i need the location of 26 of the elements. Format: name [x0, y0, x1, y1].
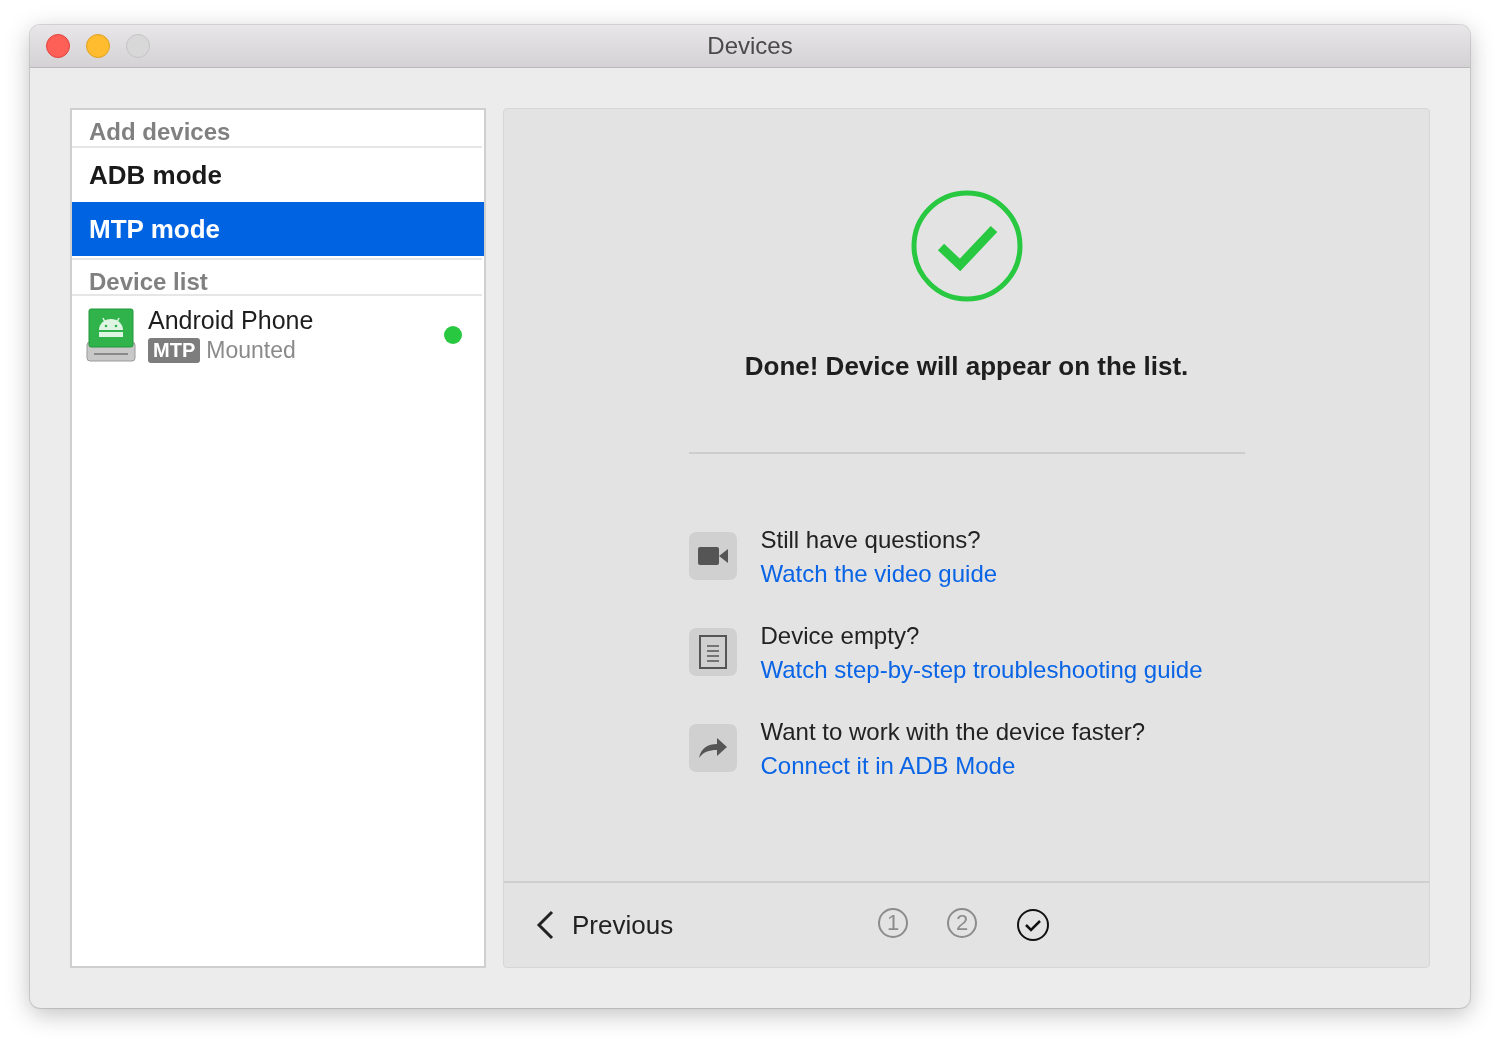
help-link[interactable]: Watch step-by-step troubleshooting guide [760, 656, 1203, 684]
help-link[interactable]: Watch the video guide [760, 560, 998, 588]
step-indicator: 2 [947, 908, 977, 938]
document-icon [698, 635, 727, 669]
device-status: Mounted [206, 337, 296, 364]
minimize-button[interactable] [86, 34, 110, 58]
section-header: Add devices [89, 118, 231, 145]
device-name: Android Phone [148, 306, 314, 335]
help-question: Want to work with the device faster? [760, 718, 1146, 746]
result-message: Done! Device will appear on the list. [744, 351, 1189, 382]
video-camera-icon [697, 547, 728, 565]
previous-button[interactable]: Previous [536, 909, 674, 941]
section-header: Device list [89, 268, 208, 295]
close-button[interactable] [46, 34, 70, 58]
sidebar-item[interactable]: ADB mode [72, 148, 484, 202]
chevron-left-icon [536, 910, 554, 940]
android-drive-icon [86, 308, 136, 362]
help-question: Device empty? [760, 622, 920, 650]
device-item[interactable]: Android Phone MTP Mounted [72, 296, 484, 372]
mode-badge: MTP [148, 338, 201, 363]
window-title: Devices [707, 32, 793, 60]
share-arrow-icon [697, 737, 728, 759]
sidebar-item[interactable]: MTP mode [72, 202, 484, 256]
step-indicator: 1 [878, 908, 908, 938]
help-link[interactable]: Connect it in ADB Mode [760, 752, 1016, 780]
help-question: Still have questions? [760, 526, 981, 554]
